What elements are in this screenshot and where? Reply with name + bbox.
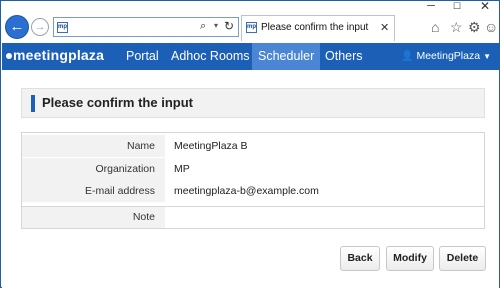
table-row: E-mail address meetingplaza-b@example.co…: [22, 180, 484, 202]
table-row: Organization MP: [22, 158, 484, 180]
logo-text: meetingplaza: [13, 47, 105, 63]
nav-scheduler[interactable]: Scheduler: [252, 43, 321, 70]
chevron-down-icon[interactable]: ▾: [214, 21, 218, 30]
title-bar: ─ ☐ ✕: [1, 0, 499, 12]
address-bar[interactable]: mp ⌕ ▾ ↻: [53, 17, 239, 37]
heading-accent-bar: [31, 95, 35, 112]
note-label: Note: [22, 207, 165, 228]
email-value: meetingplaza-b@example.com: [174, 185, 319, 197]
note-value: [165, 207, 484, 228]
home-icon[interactable]: ⌂: [431, 19, 439, 35]
name-label: Name: [22, 135, 165, 157]
user-name: MeetingPlaza: [416, 50, 481, 62]
close-icon[interactable]: ✕: [380, 21, 389, 34]
delete-button[interactable]: Delete: [439, 246, 486, 271]
close-window-button[interactable]: ✕: [475, 0, 495, 12]
browser-tab[interactable]: mp Please confirm the input ✕: [241, 15, 395, 41]
browser-window: ─ ☐ ✕ ← → mp ⌕ ▾ ↻ mp Please confirm the…: [0, 0, 500, 288]
name-value: MeetingPlaza B: [174, 140, 248, 152]
smiley-icon[interactable]: ☺: [484, 19, 498, 35]
star-icon[interactable]: ☆: [450, 19, 463, 36]
minimize-button[interactable]: ─: [421, 1, 441, 12]
tab-favicon-icon: mp: [246, 22, 257, 33]
user-menu[interactable]: 👤 MeetingPlaza ▼: [401, 43, 491, 70]
maximize-button[interactable]: ☐: [447, 1, 467, 11]
page-heading: Please confirm the input: [21, 88, 485, 118]
page-content: Please confirm the input Name MeetingPla…: [2, 70, 499, 288]
table-row: Name MeetingPlaza B: [22, 135, 484, 157]
confirm-table: Name MeetingPlaza B Organization MP E-ma…: [21, 132, 485, 229]
app-navbar: meetingplaza Portal Adhoc Rooms Schedule…: [2, 43, 499, 70]
organization-value: MP: [174, 163, 190, 175]
logo-dot-icon: [6, 53, 12, 60]
email-label: E-mail address: [22, 180, 165, 202]
nav-portal[interactable]: Portal: [120, 43, 165, 70]
nav-others[interactable]: Others: [319, 43, 369, 70]
nav-adhoc-rooms[interactable]: Adhoc Rooms: [165, 43, 256, 70]
reload-icon[interactable]: ↻: [224, 19, 234, 33]
tab-title: Please confirm the input: [261, 22, 369, 33]
back-arrow-icon[interactable]: ←: [5, 15, 29, 39]
table-row: Note: [22, 207, 484, 228]
forward-arrow-icon[interactable]: →: [31, 18, 49, 36]
back-button[interactable]: Back: [340, 246, 380, 271]
user-icon: 👤: [401, 51, 414, 62]
organization-label: Organization: [22, 158, 165, 180]
browser-toolbar: ← → mp ⌕ ▾ ↻ mp Please confirm the input…: [1, 13, 499, 43]
search-icon[interactable]: ⌕: [200, 20, 206, 33]
modify-button[interactable]: Modify: [386, 246, 434, 271]
page-title: Please confirm the input: [42, 95, 193, 110]
app-logo[interactable]: meetingplaza: [6, 47, 104, 63]
gear-icon[interactable]: ⚙: [468, 19, 481, 36]
chevron-down-icon: ▼: [483, 52, 491, 61]
site-favicon-icon: mp: [57, 22, 68, 33]
